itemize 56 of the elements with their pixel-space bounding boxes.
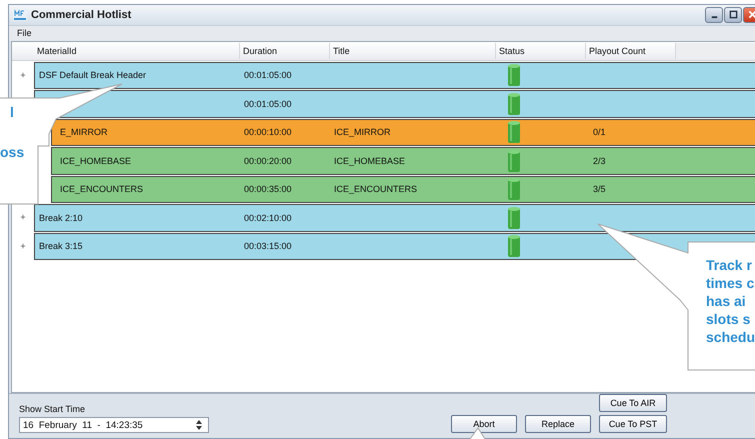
list-row[interactable]: ICE_ENCOUNTERS 00:00:35:00 ICE_ENCOUNTERS 3/5 (51, 176, 755, 204)
database-icon (507, 148, 521, 173)
table-cell: 3/5 (593, 184, 606, 194)
database-icon (507, 177, 521, 202)
table-cell: 00:02:10:00 (244, 212, 292, 223)
table-cell: Break 2:10 (39, 212, 83, 223)
list-row[interactable]: 00:01:05:00 (34, 90, 755, 118)
table-cell: 2/3 (593, 156, 606, 166)
table-cell: ICE_HOMEBASE (334, 156, 406, 166)
cue-button[interactable]: Cue To PST (599, 415, 667, 433)
column-header[interactable]: Title (330, 42, 496, 59)
table-cell: 00:03:15:00 (244, 241, 292, 252)
table-cell: ICE_ENCOUNTERS (334, 184, 418, 194)
table-cell: ICE_HOMEBASE (60, 156, 132, 166)
table-cell: 00:00:10:00 (244, 127, 292, 138)
minimize-button[interactable] (705, 6, 723, 23)
column-header[interactable]: Status (496, 42, 586, 59)
cue-button[interactable]: Cue To AIR (599, 394, 667, 412)
table-cell: 0/1 (593, 127, 606, 138)
table-cell: 00:01:05:00 (244, 70, 292, 80)
window-title: Commercial Hotlist (31, 8, 132, 21)
expand-toggle[interactable]: + (20, 213, 26, 222)
database-icon (507, 120, 521, 144)
table-cell: 00:00:35:00 (244, 184, 292, 194)
callout-text: oss (0, 144, 24, 160)
maximize-icon (728, 10, 738, 20)
menu-item[interactable]: File (17, 28, 32, 38)
action-button[interactable]: Abort (451, 415, 517, 433)
list-row[interactable]: Break 2:10 00:02:10:00 (34, 204, 755, 232)
table-cell: E_MIRROR (60, 127, 108, 138)
field-label: Show Start Time (19, 404, 86, 414)
spinner-arrows-icon[interactable] (194, 419, 204, 431)
column-header[interactable]: Duration (240, 42, 330, 59)
maximize-button[interactable] (724, 6, 742, 23)
table-cell: 00:01:05:00 (244, 98, 292, 109)
database-icon (507, 63, 521, 88)
app-logo-icon (13, 8, 27, 21)
database-icon (507, 234, 521, 258)
table-cell: ICE_MIRROR (334, 127, 391, 138)
table-cell: ICE_ENCOUNTERS (60, 184, 144, 194)
list-row[interactable]: E_MIRROR 00:00:10:00 ICE_MIRROR 0/1 (51, 118, 755, 146)
date-time-field[interactable]: 16 February 11 - 14:23:35 (19, 417, 209, 433)
list-row[interactable]: DSF Default Break Header 00:01:05:00 (34, 62, 755, 90)
database-icon (507, 92, 521, 116)
table-cell: 00:00:20:00 (244, 156, 292, 166)
expand-toggle[interactable]: + (20, 70, 26, 80)
expand-toggle[interactable]: + (20, 242, 26, 251)
list-row[interactable]: ICE_HOMEBASE 00:00:20:00 ICE_HOMEBASE 2/3 (51, 147, 755, 175)
table-cell: DSF Default Break Header (39, 70, 146, 80)
callout-pointer (470, 427, 486, 439)
close-icon (748, 10, 755, 20)
database-icon (507, 206, 521, 230)
table-cell: Break 3:15 (39, 241, 83, 252)
callout-text: l (10, 104, 14, 120)
action-button[interactable]: Replace (525, 415, 591, 433)
column-header[interactable]: MaterialId (34, 42, 240, 59)
